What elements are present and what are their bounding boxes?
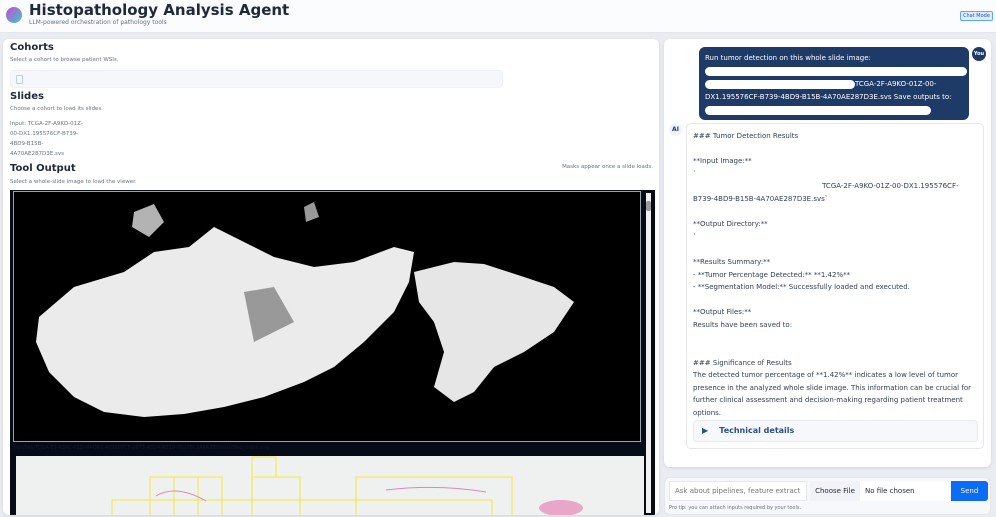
ai-message: ### Tumor Detection Results **Input Imag… [686,123,984,449]
ai-message-line [693,143,977,156]
technical-details-toggle[interactable]: ▶ Technical details [693,420,978,442]
slides-title: Slides [10,91,44,102]
chat-input[interactable] [669,481,807,501]
mask-caption: Patches/TCGA-E5-A2PC-01Z-00-DX1.403697CF… [14,445,270,451]
slide-viewer[interactable]: Patches/TCGA-E5-A2PC-01Z-00-DX1.403697CF… [10,190,655,515]
app-title: Histopathology Analysis Agent [29,1,290,19]
ai-message-line: **Results Summary:** [693,257,771,266]
ai-message-line: **Output Directory:** [693,220,768,229]
masks-note: Masks appear once a slide loads. [562,164,653,170]
choose-file-button[interactable]: Choose File [810,481,860,501]
slide-input-text: Input: TCGA-2F-A9KO-01Z-00-DX1.195576CF-… [10,121,83,157]
ai-message-line: **Input Image:** [693,157,752,166]
slide-thumbnail-image [16,456,644,515]
cohorts-hint: Select a cohort to browse patient WSIs. [10,57,119,63]
ai-message-line: TCGA-2F-A9KO-01Z-00-DX1.195576CF-B739-4B… [693,182,959,203]
send-button[interactable]: Send [951,481,988,501]
ai-message-line: - **Segmentation Model:** Successfully l… [693,283,910,292]
redacted-text [705,66,967,76]
ai-message-line: The detected tumor percentage of **1.42%… [693,371,974,418]
ai-message-line: ` [693,232,697,241]
chat-panel: Run tumor detection on this whole slide … [664,39,991,467]
slides-hint: Choose a cohort to load its slides. [10,106,104,112]
redacted-text [705,105,931,115]
tool-output-title: Tool Output [10,163,76,174]
ai-avatar: AI [669,123,682,136]
ai-message-line [693,243,977,256]
ai-message-line: Results have been saved to: [693,320,793,329]
user-avatar: You [972,47,986,61]
app-subtitle: LLM-powered orchestration of pathology t… [29,19,167,26]
ai-message-line [693,294,977,307]
tumor-mask-image [13,191,641,442]
pro-tip: Pro tip: you can attach inputs required … [669,505,802,511]
ai-message-line: **Output Files:** [693,308,752,317]
user-message-line: Run tumor detection on this whole slide … [705,54,871,62]
ai-message-line [693,206,977,219]
left-panel: Cohorts Select a cohort to browse patien… [3,39,659,515]
no-file-label: No file chosen [865,487,915,495]
tool-output-hint: Select a whole-slide image to load the v… [10,179,137,185]
user-message: Run tumor detection on this whole slide … [699,47,969,120]
user-message-line: DX1.195576CF-B739-4BD9-B15B-4A70AE287D3E… [705,93,952,101]
ai-message-line: ### Significance of Results [693,358,792,367]
chat-mode-badge[interactable]: Chat Mode [960,11,993,21]
file-icon [16,75,23,84]
ai-message-line: - **Tumor Percentage Detected:** **1.42%… [693,270,851,279]
dna-logo-icon [6,7,22,23]
redacted-text [705,79,855,89]
cohorts-title: Cohorts [10,42,54,53]
technical-details-label: Technical details [719,426,795,435]
file-input[interactable]: Choose File No file chosen [810,481,950,501]
chat-input-bar: Choose File No file chosen Send Pro tip:… [664,477,991,515]
cohort-select[interactable] [10,70,503,88]
user-message-line: TCGA-2F-A9KO-01Z-00- [855,80,937,88]
app-header: Histopathology Analysis Agent LLM-powere… [0,0,996,33]
ai-message-line: ` [693,169,697,178]
ai-message-line [693,332,977,345]
scrollbar-thumb[interactable] [646,201,651,211]
ai-message-line: ### Tumor Detection Results [693,132,799,140]
triangle-right-icon: ▶ [702,426,709,435]
ai-message-line [693,344,977,357]
viewer-scrollbar[interactable] [646,193,651,513]
